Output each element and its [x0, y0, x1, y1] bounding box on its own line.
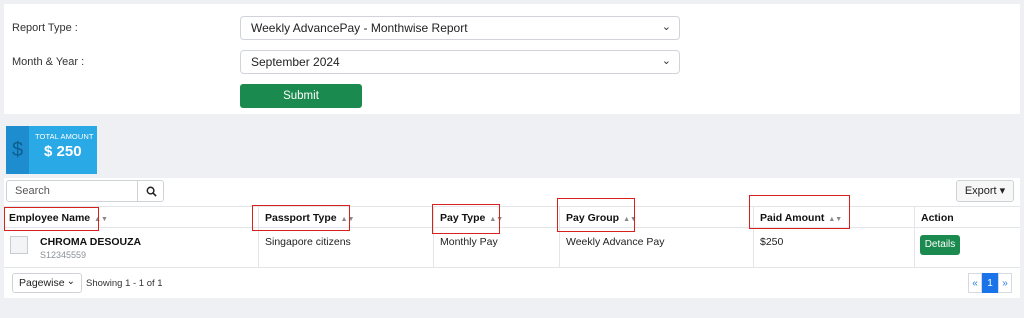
- highlight-box: [4, 207, 99, 231]
- table-row: CHROMA DESOUZA S12345559 Singapore citiz…: [4, 228, 1020, 268]
- column-header-action: Action: [921, 212, 954, 224]
- report-filter-panel: Report Type : Weekly AdvancePay - Monthw…: [4, 4, 1020, 114]
- results-panel: Search Export ▾ Employee Name ▲▼ Passport…: [4, 178, 1020, 298]
- search-input[interactable]: Search: [15, 185, 50, 197]
- table-header: Employee Name ▲▼ Passport Type ▲▼ Pay Type…: [4, 206, 1020, 228]
- highlight-box: [749, 195, 850, 229]
- search-button[interactable]: [137, 181, 164, 201]
- details-button[interactable]: Details: [920, 235, 960, 255]
- employee-name: CHROMA DESOUZA: [40, 236, 142, 248]
- page-1-button[interactable]: 1: [982, 273, 998, 293]
- prev-page-button[interactable]: «: [968, 273, 982, 293]
- total-amount-label: TOTAL AMOUNT: [35, 132, 94, 141]
- pagination: « 1 »: [968, 273, 1012, 293]
- search-box: Search: [6, 180, 164, 202]
- report-type-value: Weekly AdvancePay - Monthwise Report: [251, 21, 468, 35]
- highlight-box: [252, 205, 350, 231]
- chevron-down-icon: ⌄: [661, 21, 671, 33]
- export-button[interactable]: Export ▾: [956, 180, 1014, 202]
- pay-group-cell: Weekly Advance Pay: [566, 236, 665, 248]
- report-type-label: Report Type :: [12, 22, 78, 34]
- dollar-icon: $: [6, 126, 29, 174]
- next-page-button[interactable]: »: [998, 273, 1012, 293]
- total-amount-value: $ 250: [44, 143, 82, 160]
- pay-type-cell: Monthly Pay: [440, 236, 498, 248]
- search-icon: [146, 186, 157, 197]
- highlight-box: [557, 198, 635, 232]
- month-year-value: September 2024: [251, 55, 340, 69]
- total-amount-card: $ TOTAL AMOUNT $ 250: [6, 126, 97, 174]
- month-year-select[interactable]: September 2024 ⌄: [240, 50, 680, 74]
- page-size-select[interactable]: Pagewise ⌄: [12, 273, 82, 293]
- page-size-value: Pagewise: [19, 277, 65, 289]
- report-type-select[interactable]: Weekly AdvancePay - Monthwise Report ⌄: [240, 16, 680, 40]
- month-year-label: Month & Year :: [12, 56, 85, 68]
- employee-id: S12345559: [40, 250, 87, 260]
- avatar: [10, 236, 28, 254]
- paid-amount-cell: $250: [760, 236, 784, 248]
- highlight-box: [432, 204, 500, 234]
- passport-type-cell: Singapore citizens: [265, 236, 351, 248]
- showing-count: Showing 1 - 1 of 1: [86, 278, 163, 289]
- submit-button[interactable]: Submit: [240, 84, 362, 108]
- chevron-down-icon: ⌄: [661, 55, 671, 67]
- chevron-down-icon: ⌄: [66, 276, 75, 287]
